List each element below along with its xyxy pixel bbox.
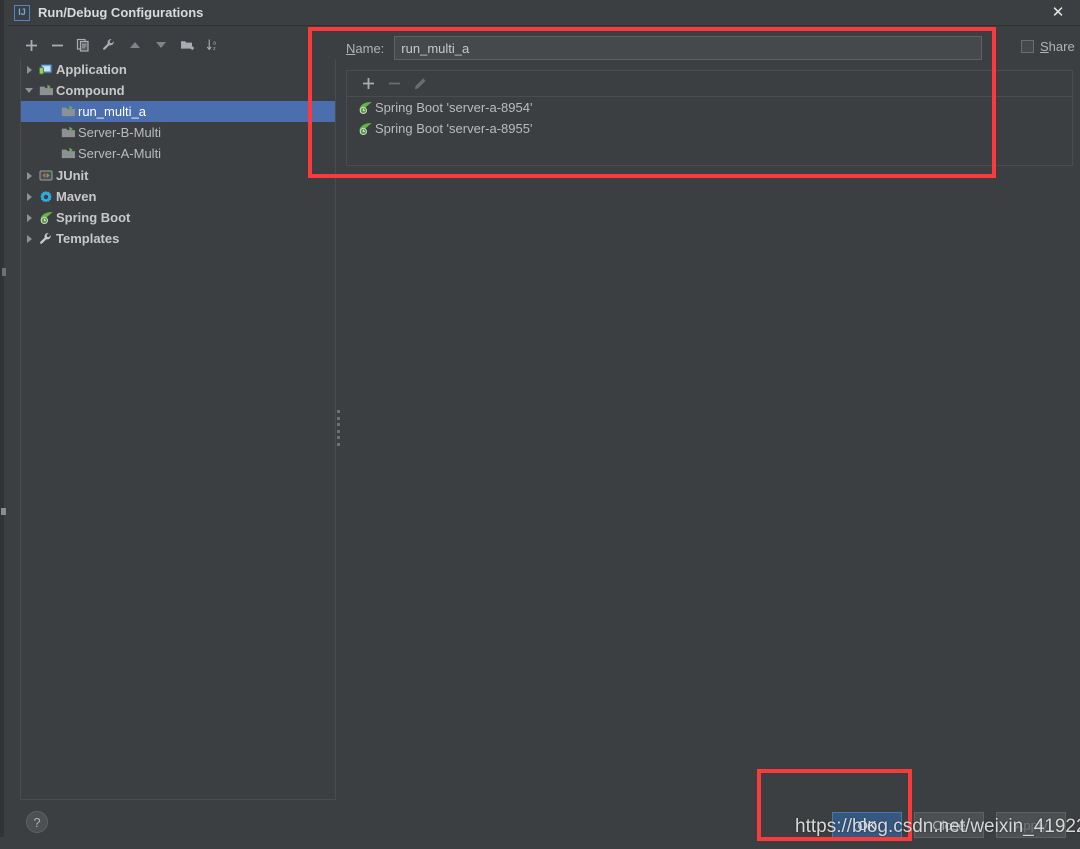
folder-green-icon (59, 122, 77, 143)
move-up-button[interactable] (122, 34, 148, 56)
tree-item-application[interactable]: Application (21, 59, 335, 80)
maven-gear-icon (37, 186, 55, 207)
spring-leaf-icon (355, 97, 375, 118)
tree-item-label: Server-B-Multi (78, 125, 162, 140)
spring-leaf-icon (355, 118, 375, 139)
tree-item-label: Application (56, 62, 127, 77)
configuration-list[interactable]: Spring Boot 'server-a-8954' Spring Boot … (346, 96, 1073, 166)
add-configuration-button[interactable] (18, 34, 44, 56)
tree-item-spring-boot[interactable]: Spring Boot (21, 207, 335, 228)
tree-item-maven[interactable]: Maven (21, 186, 335, 207)
share-label: Share (1040, 39, 1075, 54)
chevron-right-icon[interactable] (21, 165, 37, 186)
edit-templates-wrench-icon[interactable] (96, 34, 122, 56)
move-down-button[interactable] (148, 34, 174, 56)
spring-leaf-icon (37, 207, 55, 228)
configurations-toolbar: a z (18, 33, 328, 57)
panel-splitter[interactable] (337, 33, 341, 800)
configuration-list-item-label: Spring Boot 'server-a-8954' (375, 100, 533, 115)
ide-background-gutter (0, 0, 4, 849)
compound-configuration-block: Spring Boot 'server-a-8954' Spring Boot … (346, 70, 1073, 166)
run-debug-configurations-dialog: IJ Run/Debug Configurations ✕ a z Applic… (8, 0, 1080, 838)
copy-configuration-button[interactable] (70, 34, 96, 56)
chevron-right-icon[interactable] (21, 186, 37, 207)
chevron-right-icon[interactable] (21, 207, 37, 228)
name-row: Name: (346, 36, 983, 60)
edit-item-pencil-icon[interactable] (407, 73, 433, 95)
watermark-text: https://blog.csdn.net/weixin_41922349 (795, 816, 1080, 837)
help-button[interactable]: ? (26, 811, 48, 833)
tree-item-server-a-multi[interactable]: Server-A-Multi (21, 143, 335, 164)
share-checkbox-box[interactable] (1021, 40, 1034, 53)
ide-background-marker-b (1, 508, 6, 515)
tree-item-label: Templates (56, 231, 120, 246)
configuration-list-toolbar (346, 70, 1073, 96)
share-checkbox[interactable]: Share (1021, 39, 1075, 54)
dialog-titlebar: IJ Run/Debug Configurations ✕ (8, 0, 1080, 25)
create-folder-button[interactable] (174, 34, 200, 56)
tree-item-server-b-multi[interactable]: Server-B-Multi (21, 122, 335, 143)
tree-item-junit[interactable]: JUnit (21, 165, 335, 186)
intellij-idea-icon: IJ (14, 4, 30, 21)
tree-item-label: Compound (56, 83, 125, 98)
chevron-right-icon[interactable] (21, 59, 37, 80)
tree-item-templates[interactable]: Templates (21, 228, 335, 249)
svg-text:z: z (213, 46, 216, 52)
chevron-right-icon[interactable] (21, 228, 37, 249)
chevron-down-icon[interactable] (21, 80, 37, 101)
configuration-list-item[interactable]: Spring Boot 'server-a-8955' (347, 118, 1072, 139)
sort-configurations-button[interactable]: a z (200, 34, 226, 56)
name-input[interactable] (394, 36, 983, 60)
screenshot-root: IJ Run/Debug Configurations ✕ a z Applic… (0, 0, 1080, 849)
tree-item-label: run_multi_a (78, 104, 146, 119)
wrench-icon (37, 228, 55, 249)
junit-icon (37, 165, 55, 186)
ide-background-bottom-text (8, 837, 11, 845)
name-label: Name: (346, 40, 385, 56)
tree-item-label: Spring Boot (56, 210, 131, 225)
tree-item-run-multi-a[interactable]: run_multi_a (21, 101, 335, 122)
tree-item-label: Server-A-Multi (78, 146, 162, 161)
folder-green-icon (59, 143, 77, 164)
ide-background-marker-a (2, 268, 6, 276)
configurations-tree[interactable]: Application Compound run_multi_a Server-… (20, 59, 336, 800)
tree-item-label: Maven (56, 189, 97, 204)
folder-green-icon (59, 101, 77, 122)
close-icon[interactable]: ✕ (1036, 0, 1080, 25)
folder-green-icon (37, 80, 55, 101)
configuration-list-item[interactable]: Spring Boot 'server-a-8954' (347, 97, 1072, 118)
splitter-handle[interactable] (337, 410, 341, 446)
ide-background-bottom-strip (0, 837, 1080, 849)
tree-item-label: JUnit (56, 168, 89, 183)
remove-item-button[interactable] (381, 73, 407, 95)
configuration-list-item-label: Spring Boot 'server-a-8955' (375, 121, 533, 136)
tree-item-compound[interactable]: Compound (21, 80, 335, 101)
dialog-title: Run/Debug Configurations (38, 5, 204, 20)
remove-configuration-button[interactable] (44, 34, 70, 56)
titlebar-divider (8, 25, 1080, 26)
add-item-button[interactable] (355, 73, 381, 95)
application-icon (37, 59, 55, 80)
